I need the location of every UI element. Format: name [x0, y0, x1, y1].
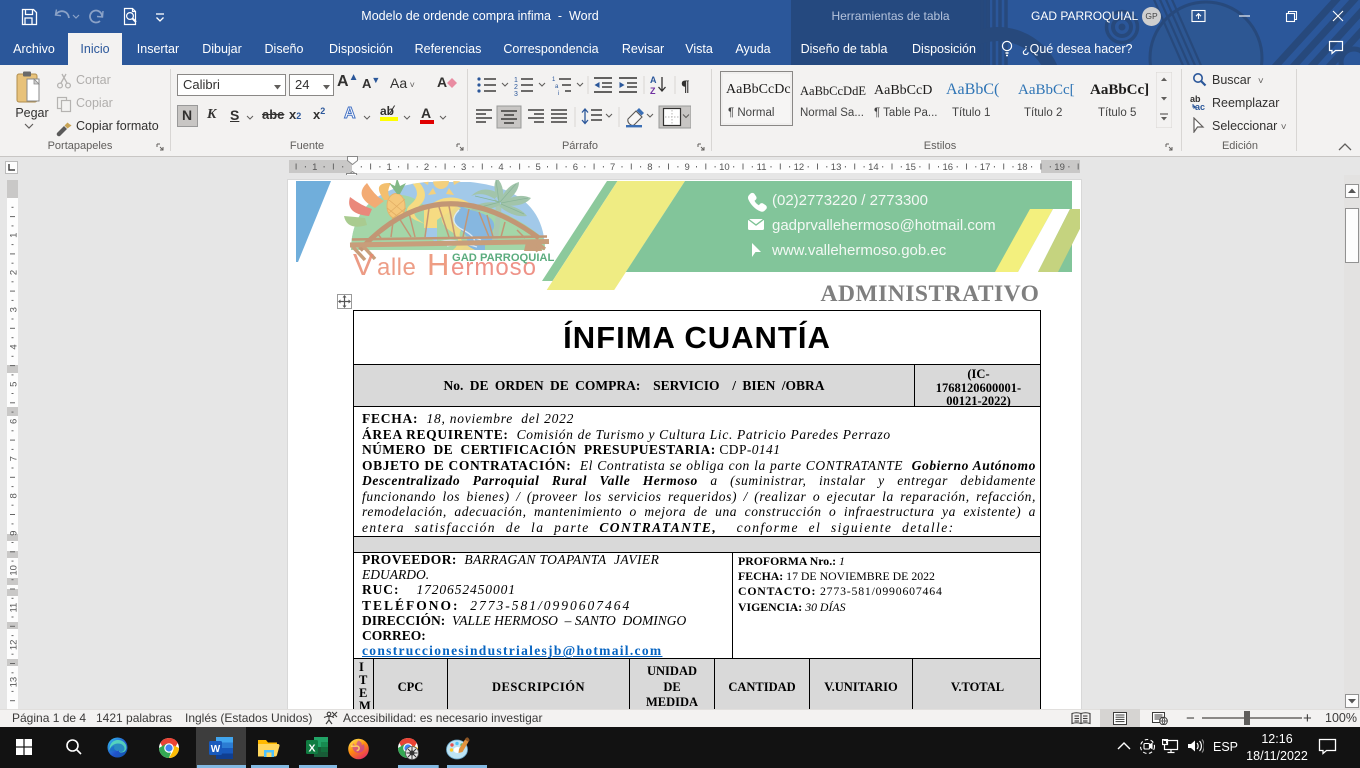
svg-text:X: X: [308, 743, 315, 755]
svg-text:1: 1: [387, 162, 392, 173]
svg-text:17: 17: [980, 162, 991, 173]
svg-text:7: 7: [9, 456, 19, 461]
svg-text:2: 2: [424, 162, 429, 173]
svg-text:5: 5: [9, 382, 19, 387]
svg-text:¶: ¶: [681, 78, 690, 95]
svg-text:8: 8: [647, 162, 652, 173]
svg-text:9: 9: [685, 162, 690, 173]
svg-text:13: 13: [9, 677, 19, 688]
svg-text:V: V: [353, 247, 374, 282]
svg-text:6: 6: [9, 419, 19, 424]
svg-text:3: 3: [461, 162, 466, 173]
svg-text:1: 1: [312, 162, 317, 173]
svg-text:Z: Z: [650, 86, 656, 96]
svg-text:GAD PARROQUIAL: GAD PARROQUIAL: [452, 252, 555, 264]
svg-text:i: i: [558, 91, 559, 96]
svg-text:gadprvallehermoso@hotmail.com: gadprvallehermoso@hotmail.com: [772, 217, 996, 234]
svg-text:4: 4: [9, 344, 19, 349]
svg-text:alle: alle: [377, 254, 416, 281]
svg-text:2: 2: [514, 84, 518, 91]
svg-text:8: 8: [9, 493, 19, 498]
svg-text:9: 9: [9, 531, 19, 536]
svg-text:3: 3: [9, 307, 19, 312]
svg-text:13: 13: [831, 162, 842, 173]
svg-text:W: W: [211, 744, 221, 755]
svg-text:7: 7: [610, 162, 615, 173]
svg-text:A: A: [437, 74, 447, 90]
svg-text:2: 2: [9, 270, 19, 275]
svg-text:www.vallehermoso.gob.ec: www.vallehermoso.gob.ec: [771, 242, 947, 259]
svg-text:12: 12: [9, 640, 19, 651]
svg-text:15: 15: [905, 162, 916, 173]
svg-text:1: 1: [9, 233, 19, 238]
svg-text:18: 18: [1017, 162, 1028, 173]
svg-text:11: 11: [9, 603, 19, 613]
svg-text:A: A: [650, 75, 657, 85]
svg-text:19: 19: [1054, 162, 1065, 173]
svg-text:ac: ac: [1195, 102, 1205, 111]
svg-text:4: 4: [498, 162, 503, 173]
svg-text:10: 10: [719, 162, 730, 173]
svg-text:10: 10: [9, 565, 19, 576]
svg-text:6: 6: [573, 162, 578, 173]
svg-text:H: H: [427, 247, 449, 282]
svg-text:14: 14: [868, 162, 879, 173]
svg-text:a: a: [555, 84, 559, 90]
svg-text:12: 12: [794, 162, 805, 173]
svg-text:1: 1: [514, 77, 518, 84]
svg-text:5: 5: [536, 162, 541, 173]
svg-text:(02)2773220 / 2773300: (02)2773220 / 2773300: [772, 192, 928, 209]
svg-text:3: 3: [514, 91, 518, 96]
svg-text:1: 1: [552, 77, 556, 83]
svg-text:16: 16: [943, 162, 954, 173]
svg-text:11: 11: [757, 162, 767, 173]
